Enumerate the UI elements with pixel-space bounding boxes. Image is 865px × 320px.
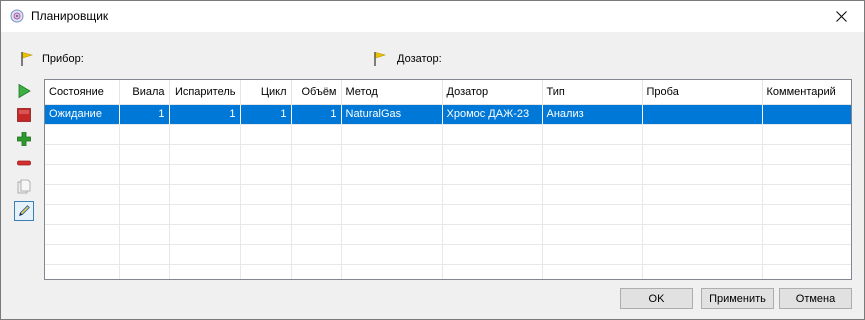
column-header-comment[interactable]: Комментарий xyxy=(762,80,851,105)
cell-method[interactable]: NaturalGas xyxy=(341,104,443,125)
planner-window: Планировщик Прибор: Дозатор: Состояние В… xyxy=(0,0,865,320)
cell-vial[interactable]: 1 xyxy=(119,104,170,125)
apply-button[interactable]: Применить xyxy=(701,288,774,309)
table-header-row: Состояние Виала Испаритель Цикл Объём Ме… xyxy=(45,80,851,105)
add-button[interactable] xyxy=(14,129,34,149)
cell-cycle[interactable]: 1 xyxy=(240,104,292,125)
cell-volume[interactable]: 1 xyxy=(291,104,342,125)
empty-row xyxy=(45,184,851,205)
remove-icon xyxy=(17,160,31,166)
edit-button[interactable] xyxy=(14,201,34,221)
close-icon xyxy=(835,11,847,22)
add-icon xyxy=(17,132,31,146)
table-row[interactable]: Ожидание 1 1 1 1 NaturalGas Хромос ДАЖ-2… xyxy=(45,104,851,125)
column-header-method[interactable]: Метод xyxy=(341,80,443,105)
column-header-evaporator[interactable]: Испаритель xyxy=(169,80,241,105)
play-icon xyxy=(18,83,31,99)
column-header-type[interactable]: Тип xyxy=(542,80,643,105)
empty-row xyxy=(45,204,851,225)
stop-button[interactable] xyxy=(14,105,34,125)
dispenser-flag-icon xyxy=(374,52,387,66)
empty-row xyxy=(45,264,851,279)
column-header-cycle[interactable]: Цикл xyxy=(240,80,292,105)
cell-sample[interactable] xyxy=(642,104,763,125)
cell-comment[interactable] xyxy=(762,104,851,125)
device-label: Прибор: xyxy=(42,53,84,65)
app-icon xyxy=(10,9,24,23)
title-bar: Планировщик xyxy=(1,1,864,32)
cell-evaporator[interactable]: 1 xyxy=(169,104,241,125)
cell-state[interactable]: Ожидание xyxy=(45,104,120,125)
empty-row xyxy=(45,124,851,145)
empty-row xyxy=(45,164,851,185)
copy-icon xyxy=(17,179,31,194)
ok-button[interactable]: OK xyxy=(620,288,693,309)
close-button[interactable] xyxy=(818,1,864,32)
empty-row xyxy=(45,244,851,265)
window-title: Планировщик xyxy=(31,9,109,23)
device-flag-icon xyxy=(21,52,34,66)
edit-icon xyxy=(18,205,30,217)
cancel-button[interactable]: Отмена xyxy=(779,288,852,309)
column-header-dispenser[interactable]: Дозатор xyxy=(442,80,543,105)
copy-button[interactable] xyxy=(14,177,34,197)
cell-dispenser[interactable]: Хромос ДАЖ-23 xyxy=(442,104,543,125)
dispenser-label: Дозатор: xyxy=(397,53,442,65)
column-header-volume[interactable]: Объём xyxy=(291,80,342,105)
cell-type[interactable]: Анализ xyxy=(542,104,643,125)
schedule-table: Состояние Виала Испаритель Цикл Объём Ме… xyxy=(45,80,851,279)
column-header-vial[interactable]: Виала xyxy=(119,80,170,105)
remove-button[interactable] xyxy=(14,153,34,173)
schedule-grid[interactable]: Состояние Виала Испаритель Цикл Объём Ме… xyxy=(44,79,852,280)
column-header-state[interactable]: Состояние xyxy=(45,80,120,105)
column-header-sample[interactable]: Проба xyxy=(642,80,763,105)
empty-row xyxy=(45,144,851,165)
empty-row xyxy=(45,224,851,245)
start-button[interactable] xyxy=(14,81,34,101)
stop-icon xyxy=(17,108,31,122)
